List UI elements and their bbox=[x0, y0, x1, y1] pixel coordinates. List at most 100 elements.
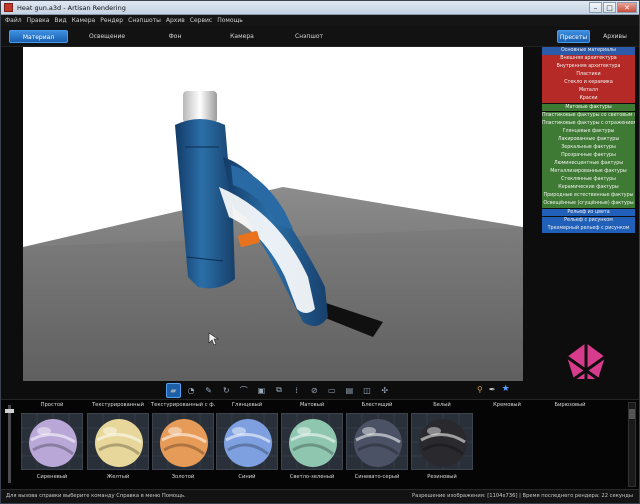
menu-view[interactable]: Вид bbox=[54, 17, 66, 24]
mode-tab-bar: Материал Освещение Фон Камера Снэпшот Пр… bbox=[1, 26, 639, 47]
swatch-preview-sphere[interactable] bbox=[411, 413, 473, 470]
title-bar: Heat gun.a3d - Artisan Rendering – □ ✕ bbox=[1, 1, 639, 15]
tab-material[interactable]: Материал bbox=[9, 30, 68, 43]
material-category[interactable]: Рельеф с рисунком bbox=[542, 216, 635, 225]
swatch-preview-sphere[interactable] bbox=[216, 413, 278, 470]
move-icon[interactable]: ↻ bbox=[219, 383, 234, 398]
material-category[interactable]: Глянцевые фактуры bbox=[542, 127, 635, 136]
swatch-category-label: Матовый bbox=[299, 402, 325, 408]
screen-icon[interactable]: ▤ bbox=[342, 383, 357, 398]
scene-tree-icon[interactable]: ✣ bbox=[377, 383, 392, 398]
material-swatch[interactable]: Простой Сиреневый bbox=[20, 402, 84, 480]
material-category[interactable]: Основные материалы bbox=[542, 47, 635, 55]
material-swatch[interactable]: Глянцевый Синий bbox=[215, 402, 279, 480]
swatch-category-label: Простой bbox=[40, 402, 64, 408]
material-category[interactable]: Пластики bbox=[542, 71, 635, 80]
material-category[interactable]: Пластиковые фактуры с отражением bbox=[542, 119, 635, 128]
tab-camera[interactable]: Камера bbox=[213, 30, 271, 43]
material-category[interactable]: Рельеф из цвета bbox=[542, 208, 635, 217]
tab-background[interactable]: Фон bbox=[146, 30, 204, 43]
material-swatch[interactable]: Бирюзовый bbox=[538, 402, 602, 415]
layers-icon[interactable]: ▭ bbox=[325, 383, 340, 398]
swatch-preview-sphere[interactable] bbox=[346, 413, 408, 470]
material-category[interactable]: Стекло и керамика bbox=[542, 79, 635, 88]
grid-icon[interactable]: ⁞ bbox=[289, 383, 304, 398]
material-category[interactable]: Матовые фактуры bbox=[542, 103, 635, 112]
swatch-category-label: Блестящий bbox=[361, 402, 393, 408]
swatch-category-label: Текстурированный с ф. bbox=[151, 402, 215, 408]
swatch-scrollbar[interactable] bbox=[628, 402, 636, 487]
snapshot-icon[interactable]: ◫ bbox=[360, 383, 375, 398]
material-category[interactable]: Трехмерный рельеф с рисунком bbox=[542, 224, 635, 233]
tab-snapshot[interactable]: Снэпшот bbox=[279, 30, 339, 43]
material-category[interactable]: Природные естественные фактуры bbox=[542, 192, 635, 201]
tab-archives[interactable]: Архивы bbox=[597, 30, 633, 43]
window-title: Heat gun.a3d - Artisan Rendering bbox=[17, 3, 126, 12]
status-render-info: Разрешение изображения: [1104x736] | Вре… bbox=[412, 493, 633, 499]
status-help-text: Для вызова справки выберите команду Спра… bbox=[6, 493, 186, 499]
menu-edit[interactable]: Правка bbox=[27, 17, 50, 24]
material-swatch[interactable]: Матовый Светло-зеленый bbox=[280, 402, 344, 480]
minimize-button[interactable]: – bbox=[589, 2, 602, 13]
menu-camera[interactable]: Камера bbox=[72, 17, 96, 24]
swatch-name-label: Синевато-серый bbox=[354, 474, 400, 480]
maximize-button[interactable]: □ bbox=[603, 2, 616, 13]
app-icon bbox=[4, 3, 13, 12]
material-swatch[interactable]: Кремовый bbox=[475, 402, 539, 415]
swatch-category-label: Белый bbox=[433, 402, 451, 408]
material-library-list: Основные материалы Внешняя архитектура Вну… bbox=[542, 47, 635, 257]
material-category[interactable]: Стеклянные фактуры bbox=[542, 176, 635, 185]
swatch-category-label: Глянцевый bbox=[231, 402, 263, 408]
material-swatch[interactable]: Текстурированный Желтый bbox=[86, 402, 150, 480]
material-category[interactable]: Керамические фактуры bbox=[542, 184, 635, 193]
material-swatch[interactable]: Текстурированный с ф. Золотой bbox=[151, 402, 215, 480]
swatch-category-label: Текстурированный bbox=[91, 402, 145, 408]
material-swatch[interactable]: Блестящий Синевато-серый bbox=[345, 402, 409, 480]
swatch-size-slider[interactable] bbox=[5, 405, 15, 485]
material-category[interactable]: Люминесцентные фактуры bbox=[542, 160, 635, 168]
artisan-logo bbox=[566, 343, 606, 381]
swatch-name-label: Желтый bbox=[106, 474, 130, 480]
material-category[interactable]: Краски bbox=[542, 95, 635, 104]
swatch-name-label: Резиновый bbox=[427, 474, 457, 480]
menu-bar: Файл Правка Вид Камера Рендер Снэпшоты А… bbox=[1, 15, 639, 26]
material-tool-icon[interactable]: ▰ bbox=[166, 382, 181, 398]
material-category[interactable]: Прозрачные фактуры bbox=[542, 152, 635, 160]
material-category[interactable]: Зеркальные фактуры bbox=[542, 143, 635, 152]
render-viewport[interactable] bbox=[23, 47, 523, 381]
render-region-icon[interactable]: ▣ bbox=[254, 383, 269, 398]
material-category[interactable]: Металлизированные фактуры bbox=[542, 168, 635, 177]
material-category[interactable]: Металл bbox=[542, 87, 635, 96]
material-category[interactable]: Освещённые (сгущённые) фактуры bbox=[542, 200, 635, 209]
menu-file[interactable]: Файл bbox=[5, 17, 22, 24]
menu-render[interactable]: Рендер bbox=[100, 17, 123, 24]
menu-tools[interactable]: Сервис bbox=[190, 17, 212, 24]
viewport-toolbar: ▰ ◔ ✎ ↻ ⌒ ▣ ⧉ ⁞ ⊘ ▭ ▤ ◫ ✣ bbox=[166, 381, 392, 399]
eyedropper-icon[interactable]: ✒ bbox=[489, 385, 496, 394]
menu-snapshots[interactable]: Снэпшоты bbox=[128, 17, 161, 24]
tab-lighting[interactable]: Освещение bbox=[77, 30, 137, 43]
paint-icon[interactable]: ◔ bbox=[184, 383, 199, 398]
swatch-preview-sphere[interactable] bbox=[281, 413, 343, 470]
heat-gun-nozzle bbox=[183, 91, 217, 123]
tab-presets[interactable]: Пресеты bbox=[557, 30, 590, 43]
material-category[interactable]: Лакированные фактуры bbox=[542, 135, 635, 144]
material-category[interactable]: Внешняя архитектура bbox=[542, 55, 635, 63]
close-button[interactable]: ✕ bbox=[617, 2, 637, 13]
swatch-preview-sphere[interactable] bbox=[21, 413, 83, 470]
pin-icon[interactable]: ⚲ bbox=[477, 385, 483, 394]
menu-help[interactable]: Помощь bbox=[217, 17, 243, 24]
rotate-icon[interactable]: ⌒ bbox=[236, 383, 251, 398]
brush-icon[interactable]: ✎ bbox=[201, 383, 216, 398]
swatch-preview-sphere[interactable] bbox=[87, 413, 149, 470]
no-entry-icon[interactable]: ⊘ bbox=[307, 383, 322, 398]
material-swatch[interactable]: Белый Резиновый bbox=[410, 402, 474, 480]
material-category[interactable]: Пластиковые фактуры со световым эф. bbox=[542, 111, 635, 120]
menu-archive[interactable]: Архив bbox=[166, 17, 185, 24]
swatch-preview-sphere[interactable] bbox=[152, 413, 214, 470]
swatch-name-label: Сиреневый bbox=[36, 474, 68, 480]
favorite-star-icon[interactable]: ★ bbox=[502, 384, 510, 394]
material-category[interactable]: Внутренняя архитектура bbox=[542, 63, 635, 72]
swatch-name-label: Синий bbox=[238, 474, 256, 480]
fit-view-icon[interactable]: ⧉ bbox=[272, 383, 287, 398]
